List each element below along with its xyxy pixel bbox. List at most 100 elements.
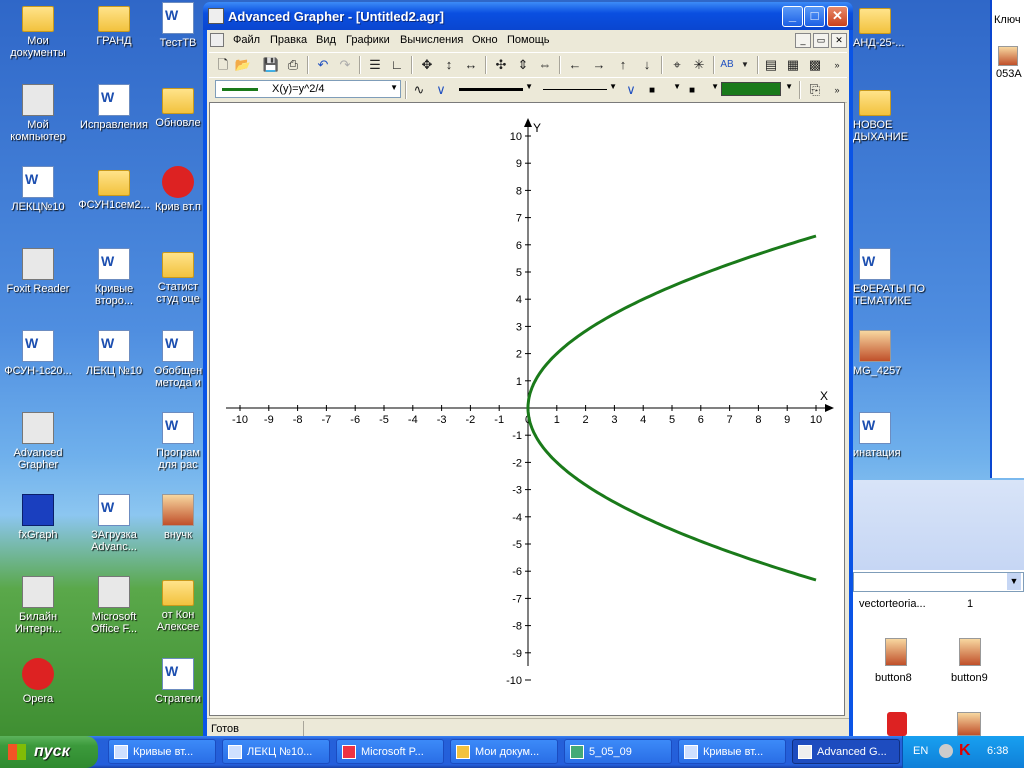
toolbar-overflow-icon[interactable]: » [827, 81, 847, 99]
calculator-icon[interactable]: ▦ [783, 56, 803, 74]
desktop-icon-vnuchk[interactable]: внучк [150, 494, 206, 541]
stretch-horizontal-icon[interactable]: ↔ [461, 56, 481, 74]
desktop-icon-inatacia[interactable]: инатация [853, 412, 933, 459]
desktop-icon-zagruzka[interactable]: ЗАгрузка Advanc... [76, 494, 152, 553]
color-select[interactable]: ▼ [721, 80, 795, 98]
desktop-icon-fsun-1c20[interactable]: ФСУН-1с20... [0, 330, 76, 377]
desktop-icon-my-documents[interactable]: Мои документы [0, 2, 76, 59]
move-icon[interactable]: ✥ [417, 56, 437, 74]
chevron-down-icon[interactable]: ▼ [525, 82, 533, 91]
mdi-restore-button[interactable]: ▭ [813, 33, 829, 48]
snowflake-icon[interactable]: ✳ [689, 56, 709, 74]
title-bar[interactable]: Advanced Grapher - [Untitled2.agr] _ □ ✕ [203, 2, 853, 30]
crosshair-icon[interactable]: ⌖ [667, 56, 687, 74]
chevron-down-icon[interactable]: ▼ [673, 82, 681, 91]
desktop-icon-fxgraph[interactable]: fxGraph [0, 494, 76, 541]
desktop-icon-beeline[interactable]: Билайн Интерн... [0, 576, 76, 635]
chevron-down-icon[interactable]: ▼ [1007, 573, 1021, 590]
desktop-icon-program[interactable]: Програм для рас [150, 412, 206, 471]
arrow-up-icon[interactable]: ↑ [613, 56, 633, 74]
menu-edit[interactable]: Правка [270, 34, 307, 46]
desktop-icon-ot-kon[interactable]: от Кон Алексее [150, 576, 206, 633]
curve-style-icon[interactable]: ∿ [409, 81, 429, 99]
file-button9[interactable]: button9 [951, 672, 988, 684]
axes-icon[interactable]: ∟ [387, 56, 407, 74]
maximize-button[interactable]: □ [804, 6, 825, 27]
desktop-icon-updates[interactable]: Обновле [150, 84, 206, 129]
text-label-icon[interactable]: AB [717, 56, 737, 74]
save-icon[interactable]: 💾 [261, 56, 281, 74]
properties-icon[interactable]: ⎘ [805, 81, 825, 99]
menu-calculations[interactable]: Вычисления [400, 34, 463, 46]
desktop-icon-and25[interactable]: АНД-25-... [853, 4, 933, 49]
document-icon[interactable] [210, 33, 224, 47]
graph-area[interactable]: X Y -10 -9 -8 -7 -6 -5 -4 -3 -2 -1 0 1 2 3 4 5 6 7 8 9 10 -10 -9… [209, 102, 845, 716]
desktop-icon-testtv[interactable]: ТестТВ [150, 2, 206, 49]
redo-icon[interactable]: ↷ [335, 56, 355, 74]
file-button8[interactable]: button8 [875, 672, 912, 684]
line-style-select[interactable]: ▼ [455, 80, 535, 98]
background-window-top[interactable]: Ключ 053А [990, 0, 1024, 478]
menu-help[interactable]: Помощь [507, 34, 550, 46]
desktop-icon-my-computer[interactable]: Мой компьютер [0, 84, 76, 143]
desktop-icon-lekc-n10[interactable]: ЛЕКЦ №10 [76, 330, 152, 377]
mdi-minimize-button[interactable]: _ [795, 33, 811, 48]
kaspersky-icon[interactable]: K [959, 742, 971, 760]
chevron-down-icon[interactable]: ▼ [785, 82, 793, 91]
chevron-down-icon[interactable]: ▼ [390, 83, 398, 92]
desktop-icon-krivye-vtoro[interactable]: Кривые второ... [76, 248, 152, 307]
zoom-vertical-icon[interactable]: ⇕ [513, 56, 533, 74]
undo-icon[interactable]: ↶ [313, 56, 333, 74]
chevron-down-icon[interactable]: ▼ [609, 82, 617, 91]
desktop-icon-lekc10[interactable]: ЛЕКЦ№10 [0, 166, 76, 213]
fill-style-select[interactable]: ■ ▼ [685, 80, 721, 98]
toolbar-overflow-icon[interactable]: » [827, 56, 847, 74]
grid-table-icon[interactable]: ▩ [805, 56, 825, 74]
taskbar-item[interactable]: Кривые вт... [108, 739, 216, 764]
arrow-down-icon[interactable]: ↓ [637, 56, 657, 74]
taskbar-item[interactable]: 5_05_09 [564, 739, 672, 764]
menu-graphs[interactable]: Графики [346, 34, 390, 46]
open-folder-icon[interactable]: 📂 [233, 56, 253, 74]
new-file-icon[interactable]: 🗋 [213, 56, 233, 74]
file-name[interactable]: vectorteoria... [859, 598, 926, 610]
background-window-bottom[interactable]: ▼ vectorteoria... 1 button8 button9 [853, 480, 1024, 736]
back-icon[interactable] [939, 744, 953, 758]
desktop-icon-statist[interactable]: Статист студ оце [150, 248, 206, 305]
minimize-button[interactable]: _ [782, 6, 803, 27]
marker-type-icon[interactable]: ∨ [621, 81, 641, 99]
print-icon[interactable]: ⎙ [283, 56, 303, 74]
desktop-icon-kriv-pdf[interactable]: Крив вт.п [150, 166, 206, 213]
graph-type-icon[interactable]: ∨ [431, 81, 451, 99]
mdi-close-button[interactable]: ✕ [831, 33, 847, 48]
desktop-icon-novoe[interactable]: НОВОЕ ДЫХАНИЕ [853, 86, 933, 143]
desktop-icon-ms-office[interactable]: Microsoft Office F... [76, 576, 152, 635]
chevron-down-icon[interactable]: ▼ [711, 82, 719, 91]
desktop-icon-strategi[interactable]: Стратеги [150, 658, 206, 705]
app-icon[interactable] [208, 8, 224, 24]
desktop-icon-mg4257[interactable]: MG_4257 [853, 330, 933, 377]
desktop-icon-corrections[interactable]: Исправления [76, 84, 152, 131]
desktop-icon-opera[interactable]: Opera [0, 658, 76, 705]
function-select[interactable]: X(y)=y^2/4 ▼ [215, 80, 401, 98]
table-icon[interactable]: ▤ [761, 56, 781, 74]
taskbar-item[interactable]: ЛЕКЦ №10... [222, 739, 330, 764]
zoom-in-icon[interactable]: ✣ [491, 56, 511, 74]
advanced-grapher-window[interactable]: Advanced Grapher - [Untitled2.agr] _ □ ✕… [203, 2, 853, 739]
arrow-right-icon[interactable]: → [589, 56, 609, 74]
desktop-icon-fsun1sem[interactable]: ФСУН1сем2... [76, 166, 152, 211]
desktop-icon-grand[interactable]: ГРАНД [76, 2, 152, 47]
stretch-vertical-icon[interactable]: ↕ [439, 56, 459, 74]
language-indicator[interactable]: EN [913, 745, 928, 757]
graph-list-icon[interactable]: ☰ [365, 56, 385, 74]
graph-canvas[interactable]: XY-10 -9 -8 -7 -6 -5 -4 -3 -2 -1 0 1 2 3 4 5 6 7 8 9 10-10-9… [210, 103, 844, 715]
taskbar-item-active[interactable]: Advanced G... [792, 739, 900, 764]
menu-view[interactable]: Вид [316, 34, 336, 46]
desktop-icon-referaty[interactable]: ЕФЕРАТЫ ПО ТЕМАТИКЕ [853, 248, 933, 307]
taskbar-item[interactable]: Мои докум... [450, 739, 558, 764]
background-window-combo[interactable]: ▼ [853, 572, 1024, 592]
marker-style-select[interactable]: ■ ▼ [643, 80, 683, 98]
zoom-horizontal-icon[interactable]: ⇔ [535, 56, 555, 74]
menu-window[interactable]: Окно [472, 34, 498, 46]
arrow-left-icon[interactable]: ← [565, 56, 585, 74]
